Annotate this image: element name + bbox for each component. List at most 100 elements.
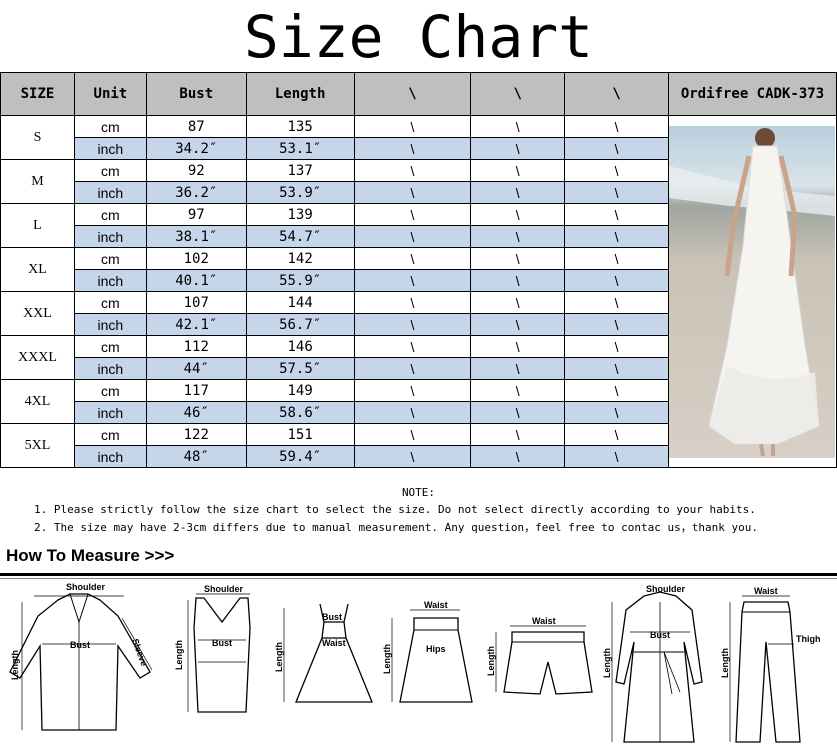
bust-value: 48″	[145, 445, 247, 468]
blank-cell: \	[353, 357, 472, 380]
unit-cell: inch	[73, 357, 147, 380]
blank-cell: \	[564, 357, 669, 380]
header-blank: \	[353, 72, 472, 116]
model-code: Ordifree CADK-373	[667, 72, 837, 116]
header-size: SIZE	[0, 72, 75, 116]
blank-cell: \	[353, 335, 472, 358]
blank-cell: \	[470, 313, 566, 336]
bust-value: 38.1″	[145, 225, 247, 248]
blank-cell: \	[564, 423, 669, 446]
length-value: 139	[245, 203, 355, 226]
shorts-figure: Waist Length	[486, 616, 593, 695]
blank-cell: \	[353, 313, 472, 336]
length-label: Length	[274, 642, 284, 672]
unit-cell: inch	[73, 313, 147, 336]
blank-cell: \	[353, 247, 472, 270]
waist-label: Waist	[532, 616, 556, 626]
unit-cell: cm	[73, 335, 147, 358]
length-value: 59.4″	[245, 445, 355, 468]
bust-value: 102	[145, 247, 247, 270]
model-photo	[668, 125, 835, 458]
blank-cell: \	[564, 401, 669, 424]
unit-cell: cm	[73, 203, 147, 226]
length-value: 53.1″	[245, 137, 355, 160]
blouse-figure: Shoulder Bust Length Sleeve	[9, 582, 153, 731]
blank-cell: \	[564, 313, 669, 336]
note-line-2: 2. The size may have 2-3cm differs due t…	[34, 521, 758, 534]
blank-cell: \	[470, 181, 566, 204]
blank-cell: \	[470, 225, 566, 248]
note-line-1: 1. Please strictly follow the size chart…	[34, 503, 756, 516]
unit-cell: inch	[73, 401, 147, 424]
blank-cell: \	[564, 181, 669, 204]
blank-cell: \	[564, 247, 669, 270]
blank-cell: \	[353, 445, 472, 468]
length-label: Length	[486, 646, 496, 676]
skirt-figure: Waist Hips Length	[382, 600, 473, 703]
unit-cell: inch	[73, 137, 147, 160]
shoulder-label: Shoulder	[646, 584, 685, 594]
length-value: 142	[245, 247, 355, 270]
length-value: 144	[245, 291, 355, 314]
blank-cell: \	[564, 291, 669, 314]
length-value: 55.9″	[245, 269, 355, 292]
header-blank: \	[564, 72, 669, 116]
blank-cell: \	[470, 159, 566, 182]
unit-cell: cm	[73, 247, 147, 270]
bust-value: 44″	[145, 357, 247, 380]
tank-top-figure: Shoulder Bust Length	[174, 584, 251, 713]
blank-cell: \	[470, 445, 566, 468]
thigh-label: Thigh	[796, 634, 821, 644]
unit-cell: cm	[73, 291, 147, 314]
bust-label: Bust	[70, 640, 90, 650]
header-unit: Unit	[73, 72, 147, 116]
size-label: S	[0, 115, 75, 160]
unit-cell: inch	[73, 269, 147, 292]
blank-cell: \	[353, 269, 472, 292]
length-value: 58.6″	[245, 401, 355, 424]
length-label: Length	[720, 648, 730, 678]
measure-figures: Shoulder Bust Length Sleeve Shoulder Bus…	[9, 582, 821, 743]
bust-value: 97	[145, 203, 247, 226]
blank-cell: \	[564, 159, 669, 182]
blank-cell: \	[470, 269, 566, 292]
note-heading: NOTE:	[401, 486, 436, 499]
waist-label: Waist	[322, 638, 346, 648]
length-label: Length	[602, 648, 612, 678]
blank-cell: \	[564, 115, 669, 138]
bust-value: 122	[145, 423, 247, 446]
header-length: Length	[245, 72, 355, 116]
length-value: 56.7″	[245, 313, 355, 336]
length-value: 146	[245, 335, 355, 358]
bust-value: 46″	[145, 401, 247, 424]
blank-cell: \	[470, 115, 566, 138]
header-bust: Bust	[145, 72, 247, 116]
blank-cell: \	[353, 203, 472, 226]
blank-cell: \	[470, 379, 566, 402]
size-label: 5XL	[0, 423, 75, 468]
blank-cell: \	[470, 291, 566, 314]
waist-label: Waist	[754, 586, 778, 596]
unit-cell: inch	[73, 445, 147, 468]
blank-cell: \	[470, 137, 566, 160]
bust-label: Bust	[212, 638, 232, 648]
length-label: Length	[174, 640, 184, 670]
shoulder-label: Shoulder	[204, 584, 243, 594]
shoulder-label: Shoulder	[66, 582, 105, 592]
coat-dress-figure: Shoulder Bust Length	[602, 584, 703, 743]
size-label: XL	[0, 247, 75, 292]
blank-cell: \	[564, 137, 669, 160]
blank-cell: \	[353, 181, 472, 204]
length-value: 149	[245, 379, 355, 402]
blank-cell: \	[470, 357, 566, 380]
divider	[0, 573, 837, 576]
size-label: XXL	[0, 291, 75, 336]
length-value: 57.5″	[245, 357, 355, 380]
length-label: Length	[382, 644, 392, 674]
blank-cell: \	[353, 401, 472, 424]
blank-cell: \	[564, 335, 669, 358]
sleeve-label: Sleeve	[130, 637, 149, 667]
size-label: 4XL	[0, 379, 75, 424]
divider	[0, 578, 837, 579]
unit-cell: cm	[73, 115, 147, 138]
